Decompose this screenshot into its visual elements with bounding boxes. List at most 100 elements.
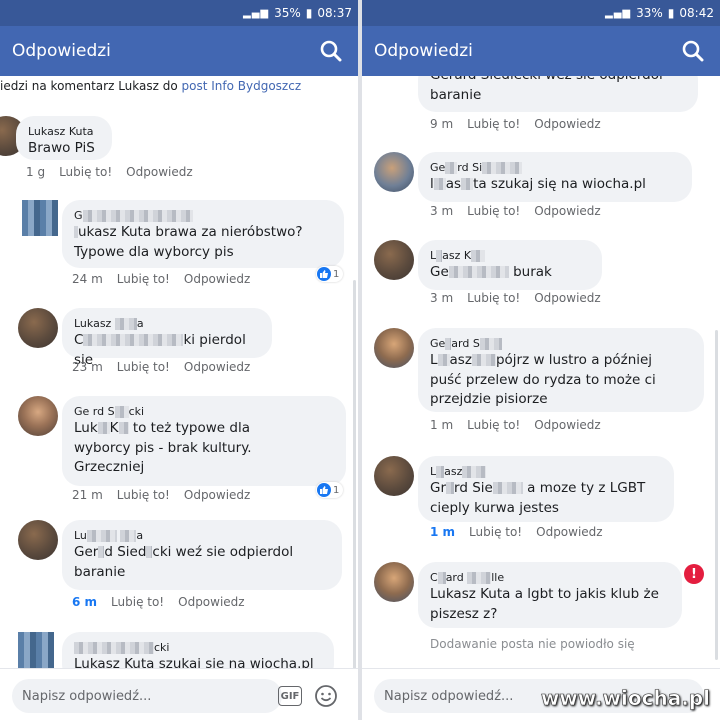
comment-author[interactable]: Card lle [430, 570, 670, 585]
avatar[interactable] [18, 520, 58, 560]
reaction-count[interactable]: 1 [316, 482, 344, 498]
comment-text: Gr rd Sie a moze ty z LGBT [430, 480, 646, 496]
redaction [120, 530, 137, 542]
comment-author[interactable]: Lasz [430, 464, 662, 479]
scrollbar[interactable] [353, 280, 356, 670]
battery-icon: ▮ [305, 6, 313, 20]
redaction [448, 266, 509, 278]
avatar[interactable] [374, 562, 414, 602]
redaction [114, 318, 137, 330]
like-button[interactable]: Lubię to! [467, 117, 520, 131]
comment-thread[interactable]: Gerard Siedlecki weź sie odpierdol baran… [362, 76, 720, 668]
comment-author[interactable]: Ge rd Si [430, 160, 680, 175]
signal-wifi-icon: ▂▄▆ [243, 7, 270, 19]
like-button[interactable]: Lubię to! [467, 291, 520, 305]
like-button[interactable]: Lubię to! [111, 595, 164, 609]
like-button[interactable]: Lubię to! [117, 488, 170, 502]
comment-bubble: Lasz Gr rd Sie a moze ty z LGBT cieply ku… [418, 456, 674, 522]
comment-author[interactable]: cki [74, 640, 322, 655]
comment-thread[interactable]: iedzi na komentarz Lukasz do post Info B… [0, 76, 358, 668]
post-error-message[interactable]: Dodawanie posta nie powiodło się [430, 637, 635, 651]
redaction [482, 162, 523, 174]
comment-bubble: Ge rd Scki Luk K to też typowe dla wyborc… [62, 396, 346, 486]
search-icon[interactable] [318, 38, 344, 64]
reply-button[interactable]: Odpowiedz [534, 204, 600, 218]
redaction [467, 572, 492, 584]
reaction-count[interactable]: 1 [316, 266, 344, 282]
comment-time: 24 m [72, 272, 103, 286]
comment-author[interactable]: Ge ard S [430, 336, 692, 351]
comment-bubble: Ge ard S Lasz pójrz w lustro a później puś… [418, 328, 704, 412]
avatar[interactable] [374, 456, 414, 496]
comment-text: Lukasz Kuta szukaj sie na wiocha.pl [74, 656, 314, 668]
comment-author[interactable]: Lasz K [430, 248, 590, 263]
comment-author[interactable]: Lu a [74, 528, 330, 543]
avatar[interactable] [374, 240, 414, 280]
comment-author[interactable]: Lukasz a [74, 316, 260, 331]
reply-button[interactable]: Odpowiedz [534, 117, 600, 131]
reply-button[interactable]: Odpowiedz [536, 525, 602, 539]
redaction [436, 466, 445, 478]
like-button[interactable]: Lubię to! [117, 360, 170, 374]
reply-button[interactable]: Odpowiedz [184, 272, 250, 286]
error-icon[interactable]: ! [684, 564, 704, 584]
comment-bubble: Card lle Lukasz Kuta a lgbt to jakis klu… [418, 562, 682, 628]
reply-button[interactable]: Odpowiedz [184, 360, 250, 374]
redaction [86, 530, 117, 542]
avatar[interactable] [22, 200, 58, 236]
comment-time: 1 m [430, 418, 454, 432]
redaction [437, 354, 450, 366]
redaction [437, 572, 446, 584]
avatar[interactable] [374, 152, 414, 192]
comment-author[interactable]: G [74, 208, 332, 223]
avatar[interactable] [18, 396, 58, 436]
scrollbar[interactable] [715, 330, 718, 660]
redaction [492, 482, 523, 494]
redaction [118, 422, 129, 434]
redaction [471, 250, 486, 262]
reply-button[interactable]: Odpowiedz [178, 595, 244, 609]
like-button[interactable]: Lubię to! [467, 418, 520, 432]
reply-button[interactable]: Odpowiedz [184, 488, 250, 502]
comment-actions: 3 m Lubię to! Odpowiedz [430, 204, 601, 218]
redaction [97, 422, 110, 434]
redaction [479, 338, 502, 350]
like-button[interactable]: Lubię to! [467, 204, 520, 218]
reply-button[interactable]: Odpowiedz [126, 165, 192, 179]
comment-time: 21 m [72, 488, 103, 502]
reply-input[interactable]: Napisz odpowiedź... [12, 679, 282, 713]
redaction [445, 162, 458, 174]
emoji-icon[interactable] [314, 684, 338, 708]
battery-level: 33% [636, 6, 663, 20]
comment-actions: 1 m Lubię to! Odpowiedz [430, 418, 601, 432]
comment-time: 9 m [430, 117, 454, 131]
comment-text: ukasz Kuta brawa za nieróbstwo? [74, 223, 332, 243]
reply-button[interactable]: Odpowiedz [534, 418, 600, 432]
comment-actions: 21 m Lubię to! Odpowiedz [72, 488, 250, 502]
comment-text: Luk K to też typowe dla [74, 420, 250, 436]
reply-button[interactable]: Odpowiedz [534, 291, 600, 305]
comment-text: l as ta szukaj się na wiocha.pl [430, 176, 646, 192]
thumbs-up-icon [317, 267, 331, 281]
avatar[interactable] [18, 632, 54, 668]
like-button[interactable]: Lubię to! [117, 272, 170, 286]
search-icon[interactable] [680, 38, 706, 64]
redaction [83, 334, 184, 346]
like-button[interactable]: Lubię to! [59, 165, 112, 179]
avatar[interactable] [18, 308, 58, 348]
like-button[interactable]: Lubię to! [469, 525, 522, 539]
avatar[interactable] [374, 328, 414, 368]
redaction [446, 482, 455, 494]
reply-composer: Napisz odpowiedź... GIF [0, 668, 358, 720]
comment-author[interactable]: Lukasz Kuta [28, 124, 100, 139]
comment-author[interactable]: Ge rd Scki [74, 404, 334, 419]
comment-bubble: Gerard Siedlecki weź sie odpierdol baran… [418, 76, 698, 112]
comment-text: Grzeczniej [74, 459, 145, 475]
gif-button[interactable]: GIF [278, 686, 302, 706]
comment-bubble: cki Lukasz Kuta szukaj sie na wiocha.pl [62, 632, 334, 668]
comment-time: 1 m [430, 525, 456, 539]
thumbs-up-icon [317, 483, 331, 497]
status-bar: ▂▄▆ 35% ▮ 08:37 [0, 0, 358, 26]
comment-actions: 1 g Lubię to! Odpowiedz [26, 165, 193, 179]
post-link[interactable]: post Info Bydgoszcz [182, 79, 302, 93]
